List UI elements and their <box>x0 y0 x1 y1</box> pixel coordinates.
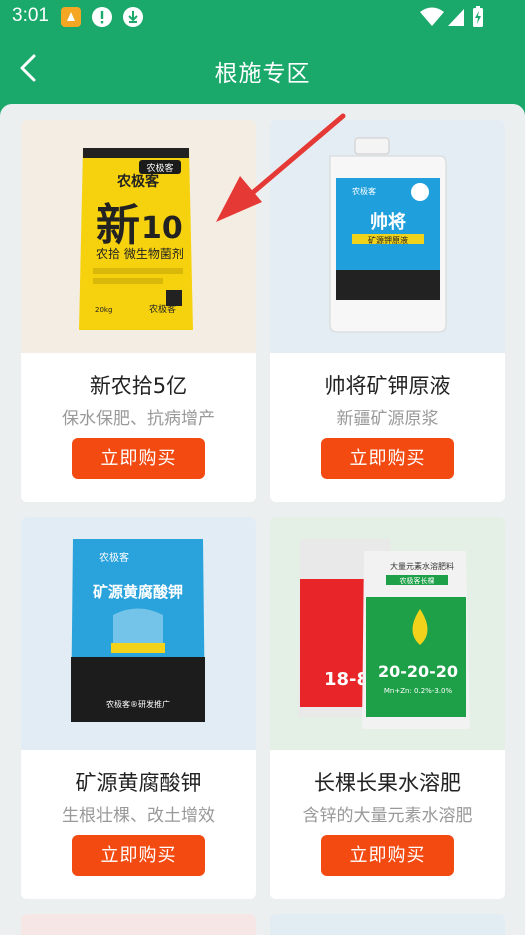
product-card[interactable]: 农极客 农极客 新 10 农拾 微生物菌剂 20kg 农极客 新农拾5亿 保水保… <box>21 120 256 502</box>
svg-text:农极客: 农极客 <box>352 186 376 196</box>
product-image: 帅将 矿源钾原液 农极客 <box>270 120 505 353</box>
svg-text:Mn+Zn: 0.2%-3.0%: Mn+Zn: 0.2%-3.0% <box>384 687 453 695</box>
product-name: 新农拾5亿 <box>89 374 188 398</box>
status-time: 3:01 <box>12 5 49 26</box>
buy-now-button[interactable]: 立即购买 <box>72 835 205 876</box>
product-desc: 生根壮棵、改土增效 <box>62 806 215 826</box>
product-card[interactable] <box>21 914 256 935</box>
signal-icon <box>448 9 464 26</box>
svg-text:农极客®研发推广: 农极客®研发推广 <box>106 699 170 709</box>
svg-text:20kg: 20kg <box>95 306 112 314</box>
svg-text:农拾 微生物菌剂: 农拾 微生物菌剂 <box>96 246 184 261</box>
wifi-icon <box>420 7 444 26</box>
product-desc: 新疆矿源原浆 <box>336 409 439 429</box>
download-icon <box>123 7 143 27</box>
product-image: 18-8 大量元素水溶肥料 农极客长棵 20-20-20 Mn+Zn: 0.2%… <box>270 517 505 750</box>
product-card[interactable] <box>270 914 505 935</box>
page-title: 根施专区 <box>214 61 311 87</box>
app-notification-icon <box>61 7 81 27</box>
svg-text:大量元素水溶肥料: 大量元素水溶肥料 <box>390 561 454 571</box>
status-bar: 3:01 <box>0 0 525 34</box>
svg-text:矿源黄腐酸钾: 矿源黄腐酸钾 <box>93 583 183 601</box>
product-card[interactable]: 18-8 大量元素水溶肥料 农极客长棵 20-20-20 Mn+Zn: 0.2%… <box>270 517 505 899</box>
product-desc: 含锌的大量元素水溶肥 <box>302 806 473 826</box>
product-card[interactable]: 农极客 矿源黄腐酸钾 农极客®研发推广 矿源黄腐酸钾 生根壮棵、改土增效 立即购… <box>21 517 256 899</box>
svg-text:农极客: 农极客 <box>146 162 173 174</box>
buy-now-button[interactable]: 立即购买 <box>321 438 454 479</box>
svg-text:新: 新 <box>96 200 140 251</box>
svg-text:18-8: 18-8 <box>324 669 369 690</box>
product-name: 长棵长果水溶肥 <box>314 771 461 795</box>
svg-text:10: 10 <box>141 211 183 246</box>
svg-text:农极客: 农极客 <box>99 551 129 564</box>
buy-now-button[interactable]: 立即购买 <box>321 835 454 876</box>
svg-text:矿源钾原液: 矿源钾原液 <box>368 235 408 245</box>
app-bar: 根施专区 <box>0 34 525 104</box>
product-name: 矿源黄腐酸钾 <box>75 771 202 795</box>
svg-text:农极客长棵: 农极客长棵 <box>400 576 435 585</box>
svg-text:帅将: 帅将 <box>370 211 406 233</box>
product-image: 农极客 矿源黄腐酸钾 农极客®研发推广 <box>21 517 256 750</box>
svg-text:20-20-20: 20-20-20 <box>378 662 458 681</box>
product-desc: 保水保肥、抗病增产 <box>62 409 215 429</box>
product-image: 农极客 农极客 新 10 农拾 微生物菌剂 20kg 农极客 <box>21 120 256 353</box>
product-grid: 农极客 农极客 新 10 农拾 微生物菌剂 20kg 农极客 新农拾5亿 保水保… <box>0 104 525 935</box>
svg-text:农极客: 农极客 <box>116 173 160 190</box>
battery-icon <box>473 6 483 27</box>
product-name: 帅将矿钾原液 <box>324 374 451 398</box>
alert-icon <box>92 7 112 27</box>
buy-now-button[interactable]: 立即购买 <box>72 438 205 479</box>
product-card[interactable]: 帅将 矿源钾原液 农极客 帅将矿钾原液 新疆矿源原浆 立即购买 <box>270 120 505 502</box>
